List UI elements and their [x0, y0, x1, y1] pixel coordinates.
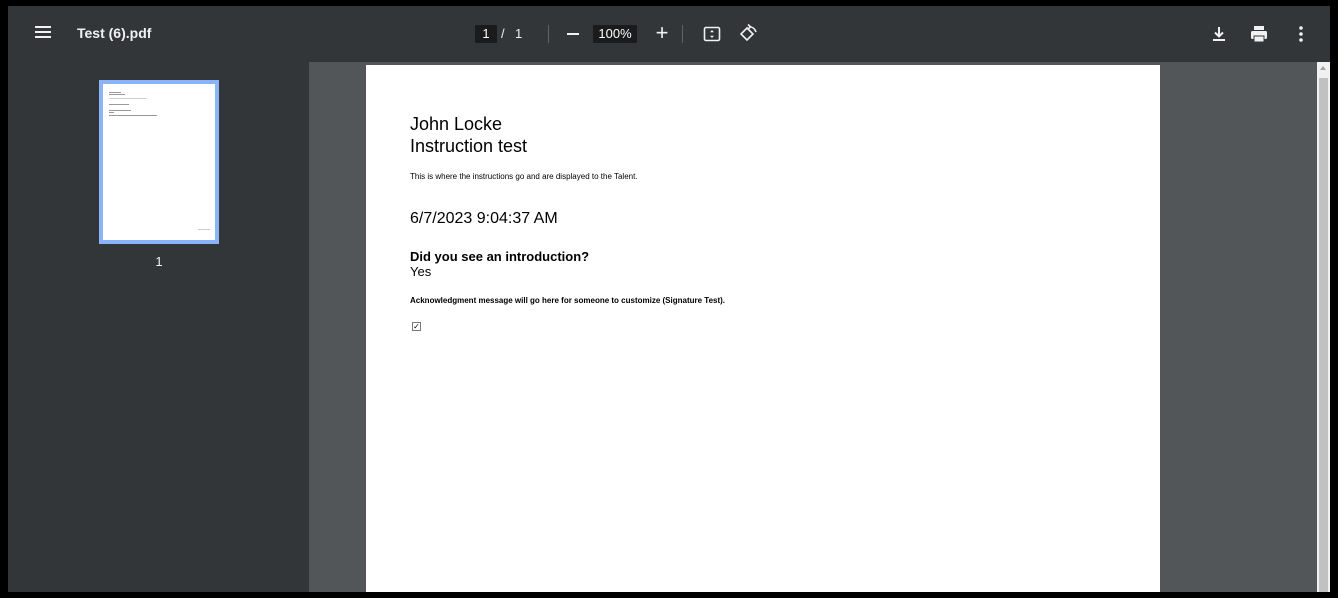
- zoom-out-icon[interactable]: [562, 22, 584, 46]
- thumbnail-line: [198, 229, 210, 230]
- thumbnail-page-number: 1: [155, 254, 163, 269]
- zoom-level-input[interactable]: 100%: [593, 25, 637, 43]
- pdf-page: John Locke Instruction test This is wher…: [366, 65, 1160, 592]
- person-name: John Locke: [410, 114, 503, 134]
- page-thumbnail[interactable]: [99, 80, 219, 244]
- document-viewer: John Locke Instruction test This is wher…: [309, 62, 1317, 592]
- scrollbar-thumb[interactable]: [1319, 78, 1328, 592]
- page-number-input[interactable]: 1: [475, 25, 497, 43]
- question-text: Did you see an introduction?: [410, 249, 590, 264]
- thumbnail-line: [109, 104, 129, 105]
- thumbnail-sidebar: 1: [8, 62, 309, 592]
- thumbnail-line: [109, 98, 147, 99]
- page-separator: /: [501, 26, 505, 41]
- document-heading: Instruction test: [410, 136, 528, 156]
- toolbar-divider: [548, 25, 549, 43]
- toolbar-divider: [682, 25, 683, 43]
- toolbar: Test (6).pdf 1 / 1 100% +: [8, 6, 1330, 62]
- thumbnail-line: [109, 94, 125, 95]
- download-icon[interactable]: [1208, 23, 1230, 45]
- thumbnail-line: [109, 115, 157, 116]
- rotate-icon[interactable]: [737, 23, 759, 45]
- fit-to-page-icon[interactable]: [702, 24, 722, 44]
- datetime-text: 6/7/2023 9:04:37 AM: [410, 210, 558, 227]
- print-icon[interactable]: [1248, 23, 1270, 45]
- scroll-up-arrow-icon[interactable]: [1320, 66, 1326, 70]
- vertical-scrollbar[interactable]: [1317, 62, 1330, 592]
- menu-icon[interactable]: [32, 23, 54, 45]
- document-title: Test (6).pdf: [77, 25, 152, 41]
- thumbnail-line: [109, 110, 131, 111]
- answer-text: Yes: [410, 264, 432, 279]
- thumbnail-line: [109, 112, 114, 113]
- acknowledgment-checkbox[interactable]: ✓: [412, 322, 421, 331]
- zoom-in-icon[interactable]: +: [651, 21, 673, 45]
- thumbnail-line: [109, 92, 121, 93]
- more-vert-icon[interactable]: [1290, 23, 1312, 45]
- instructions-text: This is where the instructions go and ar…: [410, 172, 638, 181]
- acknowledgment-text: Acknowledgment message will go here for …: [410, 296, 726, 305]
- page-total: 1: [515, 26, 523, 41]
- pdf-viewer-window: Test (6).pdf 1 / 1 100% + 1 John Locke I…: [8, 6, 1330, 592]
